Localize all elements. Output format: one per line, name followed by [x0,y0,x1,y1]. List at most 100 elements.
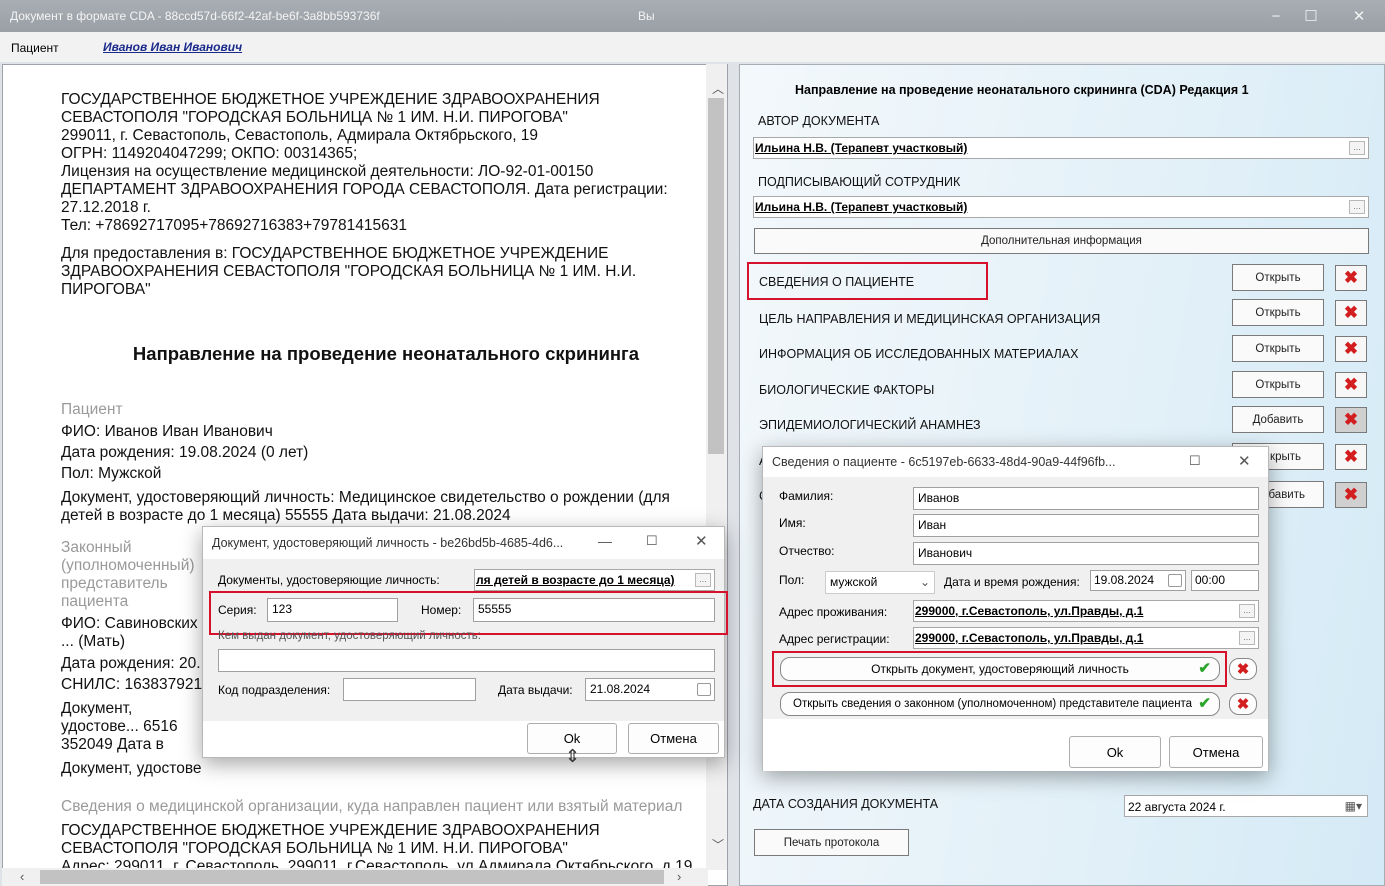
section-label-bio: БИОЛОГИЧЕСКИЕ ФАКТОРЫ [759,383,935,397]
doc-mo-org: ГОСУДАРСТВЕННОЕ БЮДЖЕТНОЕ УЧРЕЖДЕНИЕ ЗДР… [61,822,600,857]
dob-checkbox[interactable] [1168,574,1182,587]
patient-dialog: Сведения о пациенте - 6c5197eb-6633-48d4… [762,446,1269,771]
date-picker[interactable]: 22 августа 2024 г. ▦▾ [1124,795,1368,817]
date-label: ДАТА СОЗДАНИЯ ДОКУМЕНТА [753,797,939,811]
doc-address: 299011, г. Севастополь, Севастополь, Адм… [61,127,539,144]
firstname-label: Имя: [779,516,806,530]
delete-icon[interactable]: ✖ [1335,336,1367,362]
patient-dialog-cancel-button[interactable]: Отмена [1169,736,1263,768]
doc-patient-section: Пациент [61,401,123,418]
section-add-button[interactable]: Добавить [1232,406,1324,433]
middlename-input[interactable]: Иванович [913,542,1259,565]
open-id-doc-label: Открыть документ, удостоверяющий личност… [871,662,1129,676]
id-dialog-title: Документ, удостоверяющий личность - be26… [212,536,564,550]
close-icon[interactable]: ✕ [1238,452,1251,470]
close-icon: ✕ [1352,8,1366,25]
issued-by-input[interactable] [218,649,715,672]
minimize-icon: − [1271,7,1281,25]
window-title: Документ в формате CDA - 88ccd57d-66f2-4… [10,9,380,23]
delete-icon[interactable]: ✖ [1229,658,1257,680]
maximize-icon[interactable]: ☐ [1189,453,1201,469]
dob-input[interactable]: 19.08.2024 [1090,570,1186,591]
issue-date-label: Дата выдачи: [498,683,573,697]
sex-value: мужской [830,575,878,589]
delete-icon[interactable]: ✖ [1335,444,1367,470]
open-rep-label: Открыть сведения о законном (уполномочен… [793,698,1193,710]
code-input[interactable] [343,678,476,701]
close-button[interactable]: ✕ [1338,2,1380,30]
addr-live-browse-button[interactable]: ... [1239,604,1255,618]
print-protocol-button[interactable]: Печать протокола [754,829,909,856]
lastname-input[interactable]: Иванов [913,487,1259,510]
delete-icon[interactable]: ✖ [1335,300,1367,326]
date-value: 22 августа 2024 г. [1128,800,1226,814]
scroll-left-icon[interactable]: ‹ [20,869,24,884]
firstname-input[interactable]: Иван [913,514,1259,537]
doc-org: ГОСУДАРСТВЕННОЕ БЮДЖЕТНОЕ УЧРЕЖДЕНИЕ ЗДР… [61,91,600,126]
author-browse-button[interactable]: ... [1349,141,1365,155]
doc-dept: ДЕПАРТАМЕНТ ЗДРАВООХРАНЕНИЯ ГОРОДА СЕВАС… [61,181,668,216]
sex-select[interactable]: мужской ⌄ [825,571,935,594]
issue-date-checkbox[interactable] [697,683,711,696]
scroll-down-icon[interactable]: ﹀ [712,836,724,853]
section-open-button[interactable]: Открыть [1232,299,1324,326]
resize-cursor-icon: ⇕ [565,746,581,766]
signer-browse-button[interactable]: ... [1349,200,1365,214]
doc-sex: Пол: Мужской [61,465,162,482]
check-icon: ✔ [1198,695,1211,712]
extra-info-button[interactable]: Дополнительная информация [754,228,1369,254]
patient-dialog-ok-button[interactable]: Ok [1069,736,1161,768]
delete-icon[interactable]: ✖ [1335,372,1367,398]
section-label-materials: ИНФОРМАЦИЯ ОБ ИССЛЕДОВАННЫХ МАТЕРИАЛАХ [759,347,1079,361]
document-vertical-scroll-thumb[interactable] [708,98,724,454]
author-field[interactable]: Ильина Н.В. (Терапевт участковый) ... [753,137,1369,159]
patient-dialog-title: Сведения о пациенте - 6c5197eb-6633-48d4… [772,455,1116,469]
section-open-button[interactable]: Открыть [1232,264,1324,291]
number-input[interactable]: 55555 [473,598,715,622]
doc-tel: Тел: +78692717095+78692716383+7978141563… [61,217,407,234]
open-representative-button[interactable]: Открыть сведения о законном (уполномочен… [780,692,1220,716]
sex-label: Пол: [779,573,805,587]
author-label: АВТОР ДОКУМЕНТА [758,114,880,128]
addr-live-label: Адрес проживания: [779,605,888,619]
window-center-text: Вы [638,9,655,23]
delete-icon[interactable]: ✖ [1335,482,1367,508]
issue-date-input[interactable]: 21.08.2024 [585,678,715,701]
close-icon[interactable]: ✕ [695,532,708,550]
id-dialog-cancel-button[interactable]: Отмена [628,723,719,754]
signer-field[interactable]: Ильина Н.В. (Терапевт участковый) ... [753,196,1369,218]
patient-name-link[interactable]: Иванов Иван Иванович [103,40,242,54]
doc-id-doc: Документ, удостоверяющий личность: Медиц… [61,489,670,524]
section-label-purpose: ЦЕЛЬ НАПРАВЛЕНИЯ И МЕДИЦИНСКАЯ ОРГАНИЗАЦ… [759,312,1101,326]
doc-fio: ФИО: Иванов Иван Иванович [61,423,273,440]
birth-time-input[interactable]: 00:00 [1191,570,1259,591]
maximize-icon[interactable]: ☐ [646,533,658,549]
id-docs-field[interactable]: ля детей в возрасте до 1 месяца) ... [474,569,715,591]
addr-reg-browse-button[interactable]: ... [1239,631,1255,645]
window-titlebar: Документ в формате CDA - 88ccd57d-66f2-4… [0,0,1385,32]
doc-ogrn: ОГРН: 1149204047299; ОКПО: 00314365; [61,145,358,162]
scroll-up-icon[interactable]: ︿ [712,80,724,97]
document-horizontal-scroll-thumb[interactable] [40,870,664,884]
scroll-right-icon[interactable]: › [677,869,681,884]
maximize-button[interactable]: ☐ [1290,2,1332,30]
minimize-icon[interactable]: — [598,533,612,549]
delete-icon[interactable]: ✖ [1229,693,1257,715]
addr-reg-field[interactable]: 299000, г.Севастополь, ул.Правды, д.1 ..… [913,627,1259,649]
calendar-icon[interactable]: ▦▾ [1345,799,1362,813]
id-document-dialog: Документ, удостоверяющий личность - be26… [202,526,728,758]
doc-for: Для предоставления в: ГОСУДАРСТВЕННОЕ БЮ… [61,245,637,298]
dob-value: 19.08.2024 [1094,573,1155,587]
doc-mo-section: Сведения о медицинской организации, куда… [61,798,683,815]
series-input[interactable]: 123 [267,598,398,622]
section-label-epid: ЭПИДЕМИОЛОГИЧЕСКИЙ АНАМНЕЗ [759,418,981,432]
delete-icon[interactable]: ✖ [1335,265,1367,291]
section-open-button[interactable]: Открыть [1232,335,1324,362]
issued-by-label: Кем выдан документ, удостоверяющий лично… [218,630,481,642]
delete-icon[interactable]: ✖ [1335,407,1367,433]
dob-label: Дата и время рождения: [944,575,1080,589]
section-open-button[interactable]: Открыть [1232,371,1324,398]
open-id-doc-button[interactable]: Открыть документ, удостоверяющий личност… [780,657,1220,681]
addr-live-field[interactable]: 299000, г.Севастополь, ул.Правды, д.1 ..… [913,600,1259,622]
id-docs-browse-button[interactable]: ... [695,573,711,587]
